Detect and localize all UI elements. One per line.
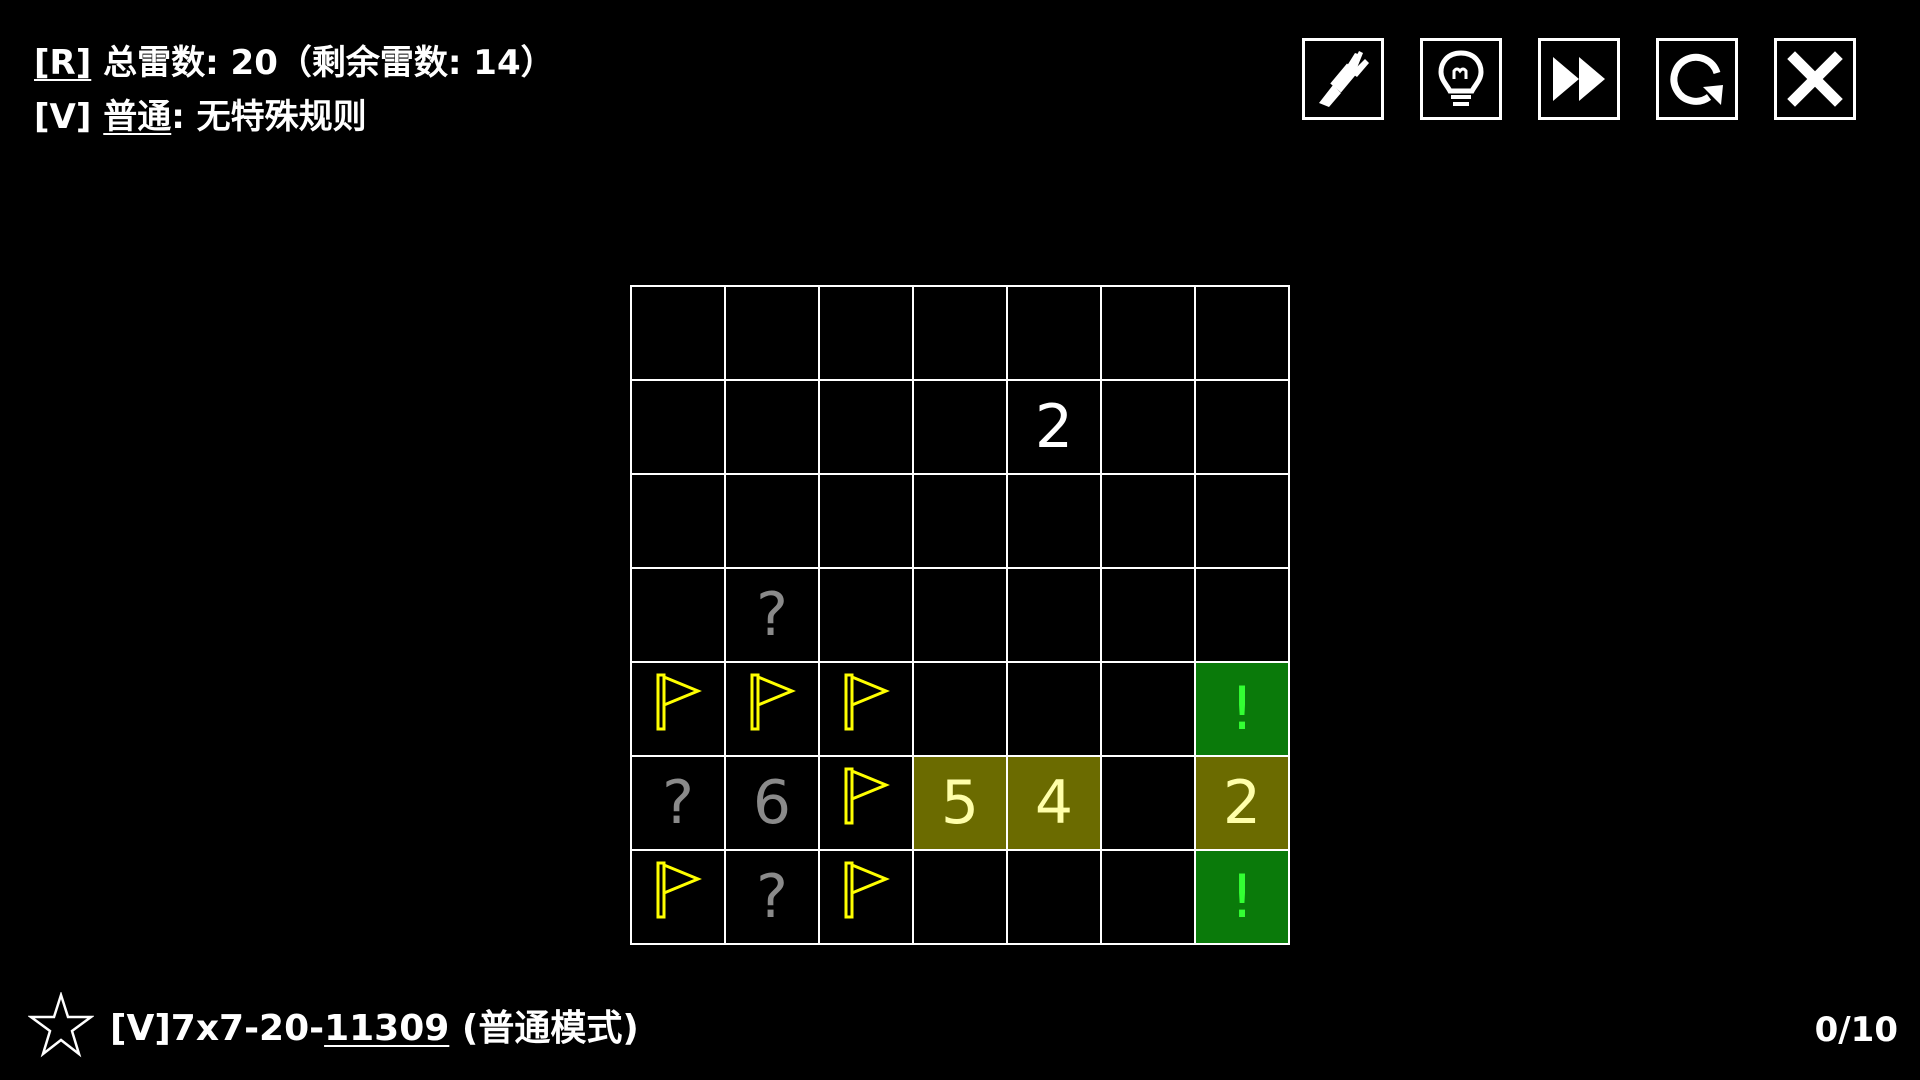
restart-button[interactable]	[1656, 38, 1738, 120]
restart-icon	[1670, 53, 1723, 105]
game-board: 2?!? 6 5 4 2?!	[630, 285, 1290, 945]
board-cell[interactable]	[631, 474, 725, 568]
question-mark: ?	[662, 768, 694, 838]
lightbulb-icon	[1438, 50, 1484, 106]
puzzle-mode: (普通模式)	[449, 1008, 639, 1049]
star-icon[interactable]	[28, 992, 94, 1058]
board-cell[interactable]	[1195, 286, 1289, 380]
board-cell[interactable]	[819, 286, 913, 380]
mine-count-line: [R] 总雷数: 20（剩余雷数: 14）	[34, 36, 555, 90]
flag-icon	[652, 859, 704, 936]
question-mark: ?	[756, 862, 788, 932]
board-cell[interactable]	[1195, 568, 1289, 662]
board-cell[interactable]: 2	[1007, 380, 1101, 474]
board-cell[interactable]	[1101, 286, 1195, 380]
cell-number: 6	[752, 768, 792, 838]
cell-number: 4	[1034, 768, 1074, 838]
puzzle-number[interactable]: 11309	[324, 1008, 449, 1049]
board-cell[interactable]	[1007, 850, 1101, 944]
board-cell[interactable]	[631, 380, 725, 474]
board-cell[interactable]	[631, 568, 725, 662]
flag-cell[interactable]	[819, 850, 913, 944]
board-cell[interactable]: 6	[725, 756, 819, 850]
board-cell[interactable]	[819, 380, 913, 474]
board-cell[interactable]	[1101, 474, 1195, 568]
mine-count-text: 总雷数: 20（剩余雷数: 14）	[91, 43, 555, 83]
board-cell[interactable]	[1101, 756, 1195, 850]
board-cell[interactable]	[913, 286, 1007, 380]
skip-button[interactable]	[1538, 38, 1620, 120]
rule-desc: : 无特殊规则	[171, 97, 367, 137]
board-cell[interactable]: 2	[1195, 756, 1289, 850]
board-cell[interactable]	[913, 380, 1007, 474]
board-cell[interactable]: !	[1195, 662, 1289, 756]
board-cell[interactable]: 5	[913, 756, 1007, 850]
flag-icon	[840, 765, 892, 842]
flag-cell[interactable]	[631, 850, 725, 944]
board-cell[interactable]	[1007, 474, 1101, 568]
board-cell[interactable]	[913, 850, 1007, 944]
rule-key-r[interactable]: [R]	[34, 43, 91, 83]
board-cell[interactable]	[725, 380, 819, 474]
board-cell[interactable]	[1007, 568, 1101, 662]
board-cell[interactable]: ?	[725, 850, 819, 944]
progress-counter: 0/10	[1814, 1010, 1898, 1050]
board-cell[interactable]: !	[1195, 850, 1289, 944]
question-mark: ?	[756, 580, 788, 650]
board-cell[interactable]	[913, 474, 1007, 568]
flag-icon	[652, 671, 704, 748]
board-cell[interactable]	[819, 474, 913, 568]
fast-forward-icon	[1553, 57, 1605, 101]
cell-number: 2	[1222, 768, 1262, 838]
board-cell[interactable]	[913, 662, 1007, 756]
board-cell[interactable]	[1195, 380, 1289, 474]
board-cell[interactable]	[1195, 474, 1289, 568]
flag-cell[interactable]	[631, 662, 725, 756]
board-cell[interactable]	[1101, 380, 1195, 474]
rule-info: [R] 总雷数: 20（剩余雷数: 14） [V] 普通: 无特殊规则	[34, 36, 555, 144]
board-cell[interactable]	[1101, 662, 1195, 756]
exclamation-mark: !	[1229, 674, 1255, 744]
board-cell[interactable]: ?	[725, 568, 819, 662]
board-cell[interactable]	[1007, 662, 1101, 756]
flag-icon	[840, 671, 892, 748]
flag-cell[interactable]	[819, 756, 913, 850]
board-cell[interactable]	[1101, 568, 1195, 662]
hint-button[interactable]	[1420, 38, 1502, 120]
puzzle-prefix: [V]7x7-20-	[110, 1008, 325, 1049]
board-cell[interactable]	[725, 286, 819, 380]
board-cell[interactable]	[1101, 850, 1195, 944]
flag-cell[interactable]	[725, 662, 819, 756]
close-icon	[1787, 51, 1843, 107]
rule-name[interactable]: 普通	[103, 97, 171, 137]
cell-number: 5	[940, 768, 980, 838]
brush-icon	[1319, 51, 1369, 107]
brush-button[interactable]	[1302, 38, 1384, 120]
flag-icon	[746, 671, 798, 748]
flag-icon	[840, 859, 892, 936]
puzzle-info: [V]7x7-20-11309 (普通模式)	[28, 992, 639, 1058]
board-cell[interactable]	[631, 286, 725, 380]
puzzle-id: [V]7x7-20-11309 (普通模式)	[110, 999, 639, 1051]
rule-key-v[interactable]: [V]	[34, 97, 91, 137]
board-cell[interactable]: ?	[631, 756, 725, 850]
board-cell[interactable]	[913, 568, 1007, 662]
exclamation-mark: !	[1229, 862, 1255, 932]
board-cell[interactable]	[819, 568, 913, 662]
board-cell[interactable]: 4	[1007, 756, 1101, 850]
toolbar	[1302, 38, 1856, 120]
flag-cell[interactable]	[819, 662, 913, 756]
board-cell[interactable]	[725, 474, 819, 568]
rule-line: [V] 普通: 无特殊规则	[34, 90, 555, 144]
board-cell[interactable]	[1007, 286, 1101, 380]
close-button[interactable]	[1774, 38, 1856, 120]
cell-number: 2	[1034, 392, 1074, 462]
